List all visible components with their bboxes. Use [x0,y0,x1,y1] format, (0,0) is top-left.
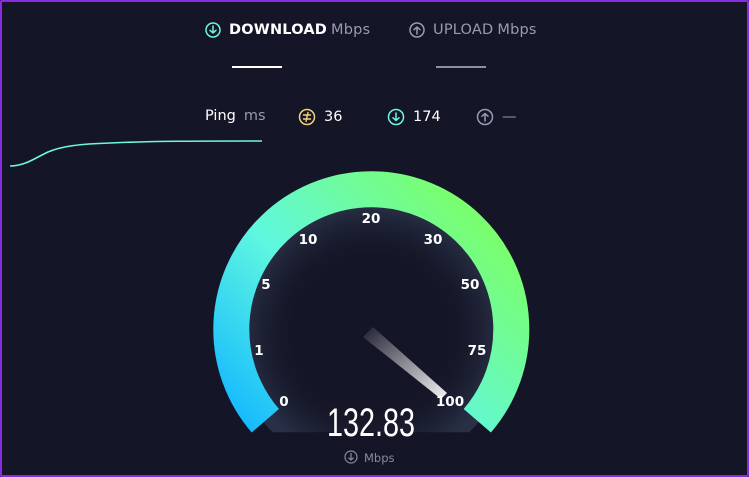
gauge-tick-label: 100 [436,394,464,410]
gauge-tick-label: 20 [362,211,381,227]
gauge-tick-label: 10 [299,232,318,248]
gauge-tick-label: 1 [254,343,263,359]
speed-unit: Mbps [364,451,395,465]
speed-graph-line [9,140,263,167]
speed-graphics: 0 1 5 10 20 30 50 75 100 132.83 Mbps [9,140,530,465]
gauge-tick-label: 30 [424,232,443,248]
speed-unit-group: Mbps [344,450,395,465]
gauge-tick-label: 50 [461,277,480,293]
speed-value: 132.83 [327,400,415,445]
gauge-tick-label: 5 [261,277,270,293]
gauge-tick-label: 0 [279,394,288,410]
gauge-tick-label: 75 [468,343,487,359]
